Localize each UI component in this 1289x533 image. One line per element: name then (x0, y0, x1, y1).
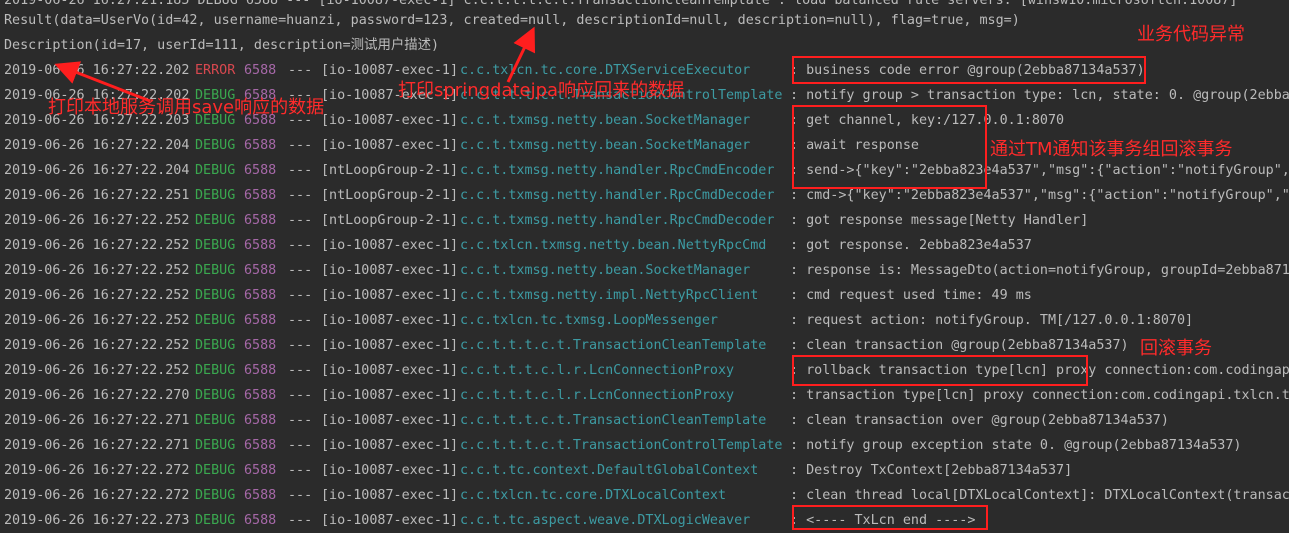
arrow-to-description-icon (54, 61, 151, 103)
annotation-arrows (54, 26, 536, 103)
arrow-to-created-null-icon (506, 26, 536, 83)
